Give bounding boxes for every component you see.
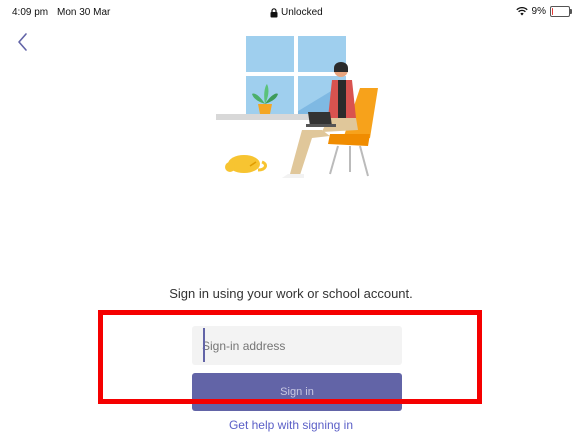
- battery-percent: 9%: [531, 6, 546, 17]
- status-time: 4:09 pm: [12, 7, 49, 18]
- text-caret: [203, 328, 205, 362]
- battery-icon: [550, 6, 572, 17]
- sign-in-button[interactable]: Sign in: [192, 373, 402, 411]
- wifi-icon: [515, 7, 528, 16]
- lock-status-label: Unlocked: [281, 7, 323, 18]
- back-button[interactable]: [14, 31, 30, 53]
- signin-prompt: Sign in using your work or school accoun…: [169, 286, 413, 301]
- signin-address-input[interactable]: [192, 326, 402, 365]
- status-right: 9%: [515, 6, 572, 17]
- help-signing-in-link[interactable]: Get help with signing in: [0, 418, 582, 432]
- person-working-illustration: [216, 36, 378, 178]
- status-bar: 4:09 pm Mon 30 Mar Unlocked 9%: [0, 0, 582, 22]
- lock-status: Unlocked: [270, 7, 323, 18]
- chevron-left-icon: [18, 33, 27, 51]
- lock-icon: [270, 7, 278, 17]
- battery-level: [552, 8, 553, 15]
- status-date: Mon 30 Mar: [57, 7, 111, 18]
